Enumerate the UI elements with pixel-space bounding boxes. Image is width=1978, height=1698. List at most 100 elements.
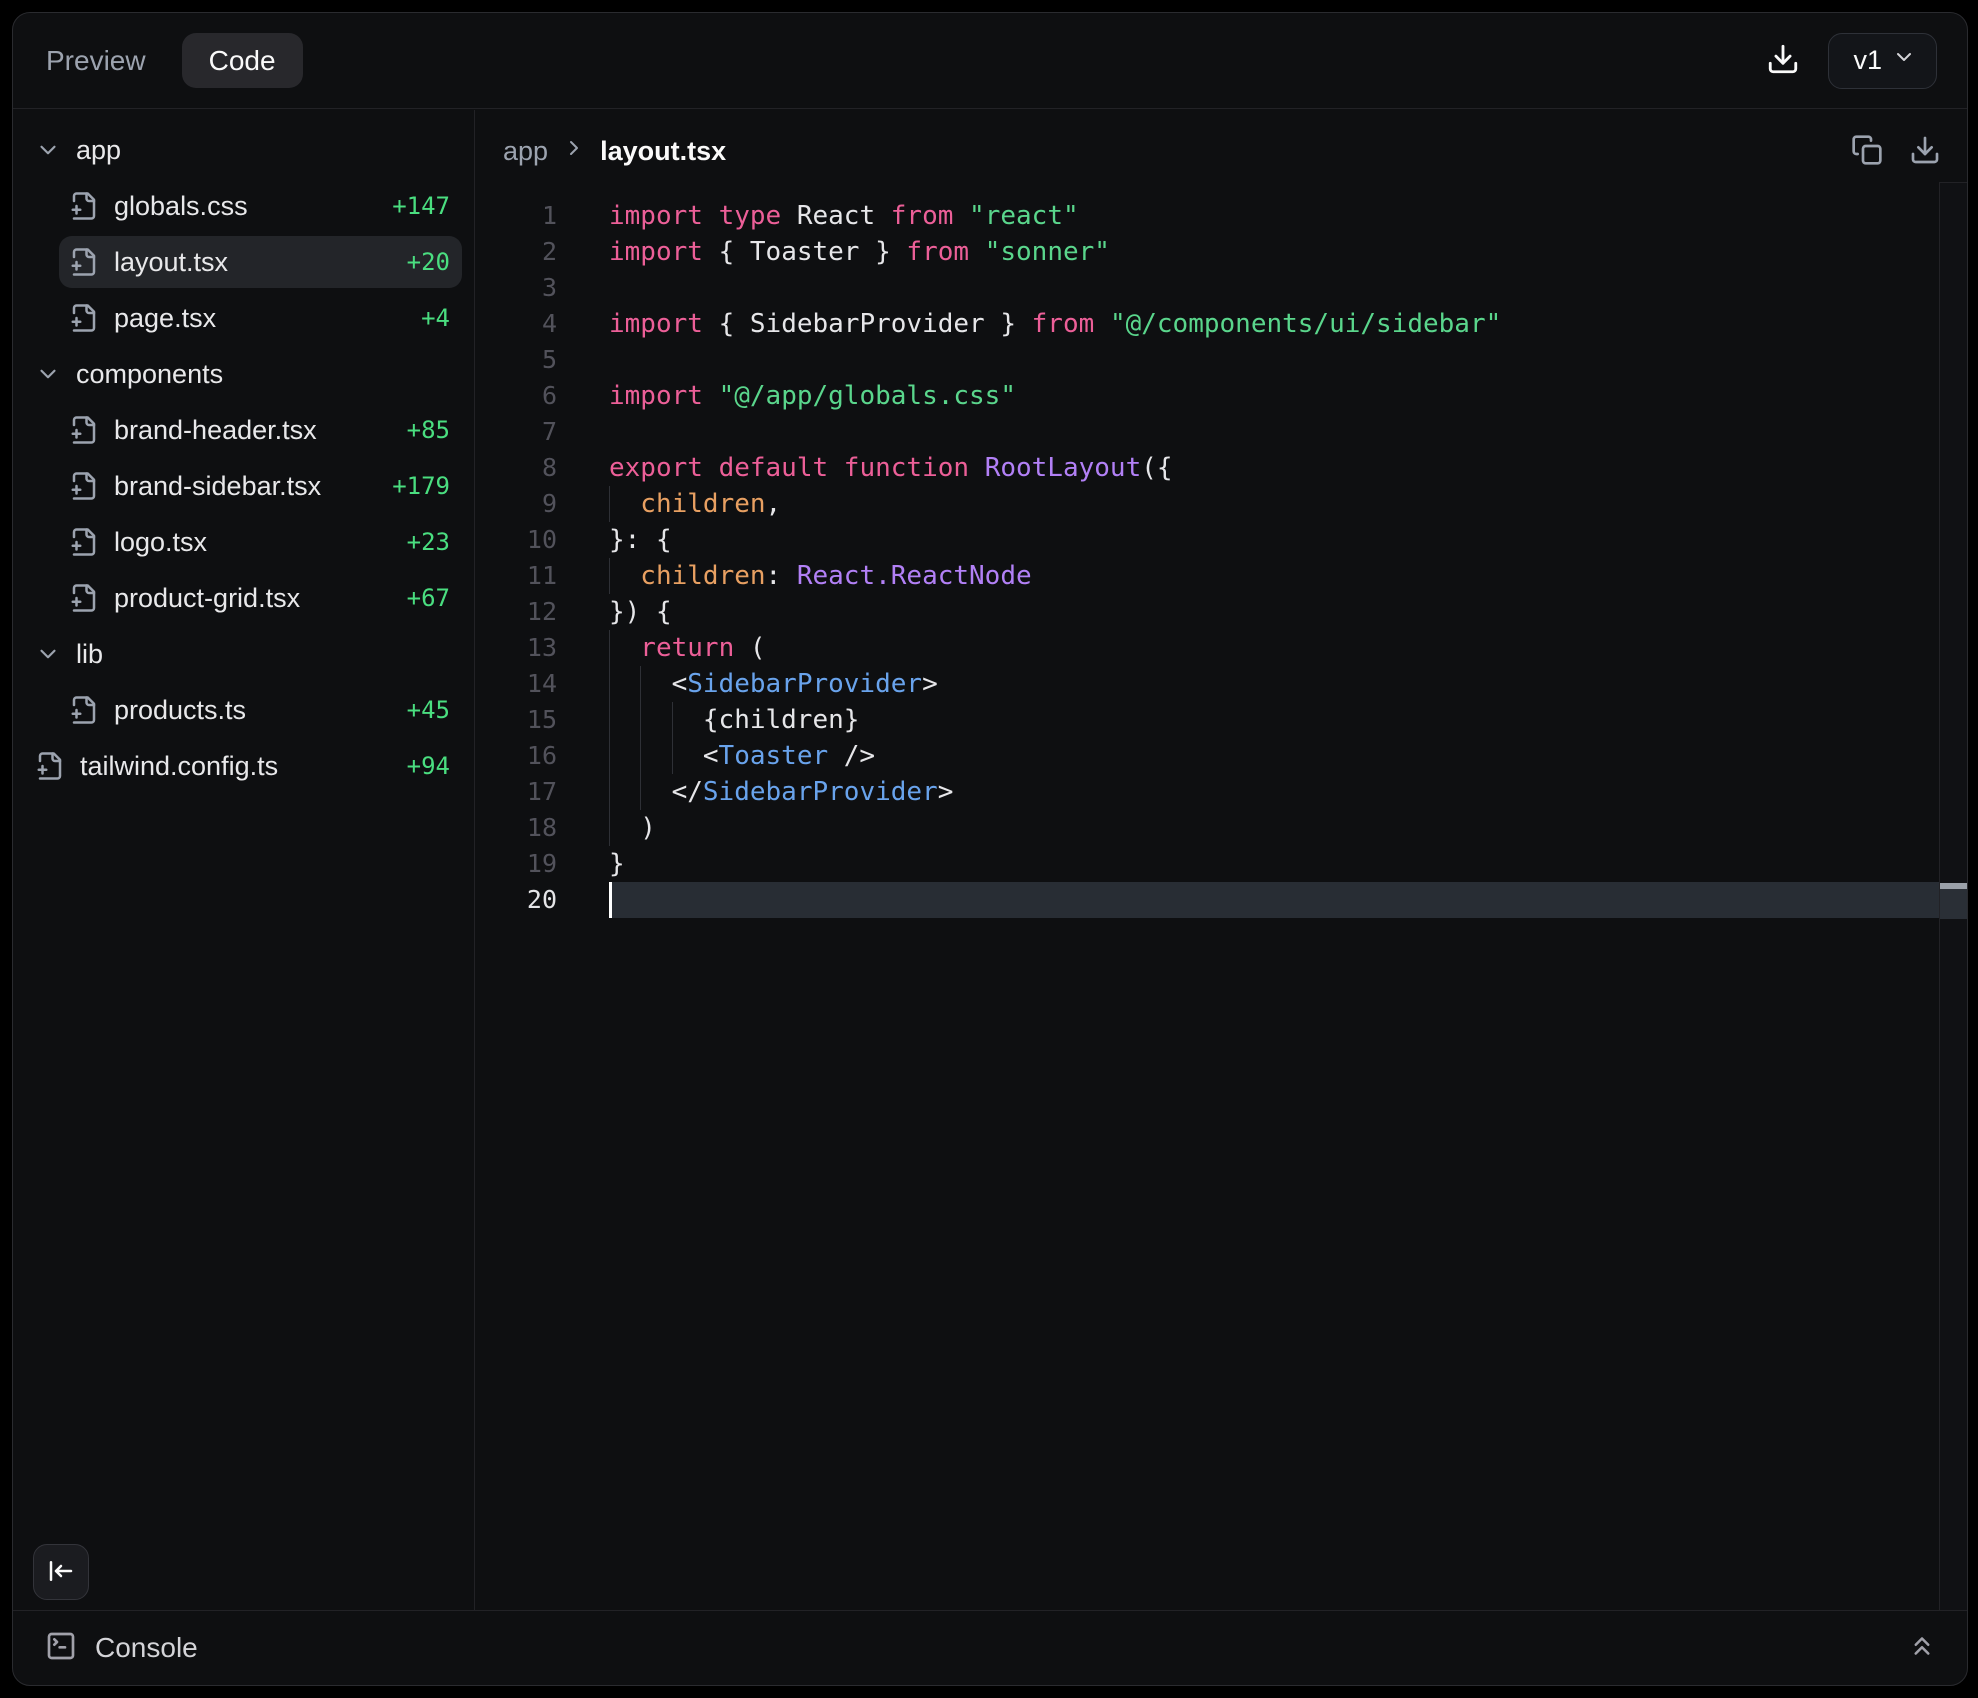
tree-file-row[interactable]: page.tsx +4	[59, 292, 462, 344]
line-number: 17	[475, 774, 557, 810]
line-number: 12	[475, 594, 557, 630]
code-lines[interactable]: 1import type React from "react"2 import {…	[475, 182, 1939, 1610]
file-name: page.tsx	[114, 303, 216, 334]
copy-code-button[interactable]	[1851, 134, 1883, 169]
line-number: 16	[475, 738, 557, 774]
tree-folder-row[interactable]: lib	[25, 628, 462, 680]
code-line[interactable]: 13return (	[475, 630, 1939, 666]
line-number: 6	[475, 378, 557, 414]
code-text: )	[609, 810, 1939, 846]
download-file-button[interactable]	[1909, 134, 1941, 169]
tree-folder-row[interactable]: app	[25, 124, 462, 176]
indent-guide	[672, 738, 703, 774]
tree-file-row[interactable]: products.ts +45	[59, 684, 462, 736]
line-number: 18	[475, 810, 557, 846]
diff-count-badge: +179	[392, 472, 450, 500]
line-number: 3	[475, 270, 557, 306]
indent-guide	[609, 666, 640, 702]
code-line[interactable]: 9children,	[475, 486, 1939, 522]
copy-icon	[1851, 134, 1883, 169]
tree-file-row[interactable]: brand-sidebar.tsx +179	[59, 460, 462, 512]
code-line[interactable]: 1import type React from "react"	[475, 198, 1939, 234]
tab-preview[interactable]: Preview	[46, 45, 146, 77]
console-label: Console	[95, 1632, 198, 1664]
indent-guide	[640, 666, 671, 702]
code-text: import { Toaster } from "sonner"	[609, 234, 1939, 270]
code-line[interactable]: 12}) {	[475, 594, 1939, 630]
indent-guide	[640, 702, 671, 738]
code-line[interactable]: 19}	[475, 846, 1939, 882]
code-text	[609, 342, 1939, 378]
code-line[interactable]: 10 }: {	[475, 522, 1939, 558]
code-line[interactable]: 5	[475, 342, 1939, 378]
text-cursor	[609, 882, 612, 918]
line-number: 11	[475, 558, 557, 594]
line-number: 15	[475, 702, 557, 738]
code-text: </SidebarProvider>	[609, 774, 1939, 810]
collapse-sidebar-button[interactable]	[33, 1544, 89, 1600]
scrollbar-gutter[interactable]	[1939, 182, 1967, 1610]
download-button[interactable]	[1766, 42, 1800, 79]
top-bar: Preview Code v1	[13, 13, 1967, 109]
code-text: return (	[609, 630, 1939, 666]
code-text	[609, 414, 1939, 450]
code-text	[609, 882, 1939, 918]
code-line[interactable]: 8export default function RootLayout({	[475, 450, 1939, 486]
breadcrumb-file: layout.tsx	[600, 136, 726, 167]
code-line[interactable]: 17 </SidebarProvider>	[475, 774, 1939, 810]
code-text: }	[609, 846, 1939, 882]
file-plus-icon	[69, 695, 99, 725]
line-number: 2	[475, 234, 557, 270]
chevrons-up-icon[interactable]	[1907, 1631, 1937, 1666]
scrollbar-cursor-marker	[1940, 883, 1967, 919]
file-plus-icon	[69, 191, 99, 221]
code-line[interactable]: 15 {children}	[475, 702, 1939, 738]
tree-file-row[interactable]: layout.tsx +20	[59, 236, 462, 288]
diff-count-badge: +20	[407, 248, 450, 276]
code-line[interactable]: 7	[475, 414, 1939, 450]
code-text: }: {	[609, 522, 1939, 558]
file-name: product-grid.tsx	[114, 583, 300, 614]
code-text: <Toaster />	[609, 738, 1939, 774]
code-line[interactable]: 20	[475, 882, 1939, 918]
top-actions: v1	[1766, 33, 1937, 89]
chevron-down-icon	[35, 361, 61, 387]
breadcrumb-folder[interactable]: app	[503, 136, 548, 167]
file-plus-icon	[69, 303, 99, 333]
code-line[interactable]: 16 <Toaster />	[475, 738, 1939, 774]
indent-guide	[609, 558, 640, 594]
tree-folder-row[interactable]: components	[25, 348, 462, 400]
indent-guide	[609, 738, 640, 774]
line-number: 8	[475, 450, 557, 486]
code-line[interactable]: 3	[475, 270, 1939, 306]
code-line[interactable]: 11children: React.ReactNode	[475, 558, 1939, 594]
diff-count-badge: +67	[407, 584, 450, 612]
indent-guide	[609, 774, 640, 810]
code-line[interactable]: 14<SidebarProvider>	[475, 666, 1939, 702]
chevron-down-icon	[35, 137, 61, 163]
console-bar[interactable]: Console	[13, 1610, 1967, 1685]
tree-file-row[interactable]: product-grid.tsx +67	[59, 572, 462, 624]
code-line[interactable]: 2 import { Toaster } from "sonner"	[475, 234, 1939, 270]
tree-file-row[interactable]: tailwind.config.ts +94	[25, 740, 462, 792]
folder-name: app	[76, 135, 121, 166]
collapse-panel-icon	[46, 1556, 76, 1589]
indent-guide	[609, 810, 640, 846]
version-dropdown[interactable]: v1	[1828, 33, 1937, 89]
line-number: 10	[475, 522, 557, 558]
file-name: products.ts	[114, 695, 246, 726]
tab-code[interactable]: Code	[182, 33, 303, 88]
file-plus-icon	[69, 527, 99, 557]
tree-file-row[interactable]: brand-header.tsx +85	[59, 404, 462, 456]
code-line[interactable]: 6import "@/app/globals.css"	[475, 378, 1939, 414]
tree-file-row[interactable]: globals.css +147	[59, 180, 462, 232]
line-number: 7	[475, 414, 557, 450]
file-plus-icon	[69, 415, 99, 445]
tree-file-row[interactable]: logo.tsx +23	[59, 516, 462, 568]
code-text: import type React from "react"	[609, 198, 1939, 234]
line-number: 14	[475, 666, 557, 702]
code-line[interactable]: 18)	[475, 810, 1939, 846]
chevron-down-icon	[35, 641, 61, 667]
code-line[interactable]: 4import { SidebarProvider } from "@/comp…	[475, 306, 1939, 342]
code-text: {children}	[609, 702, 1939, 738]
